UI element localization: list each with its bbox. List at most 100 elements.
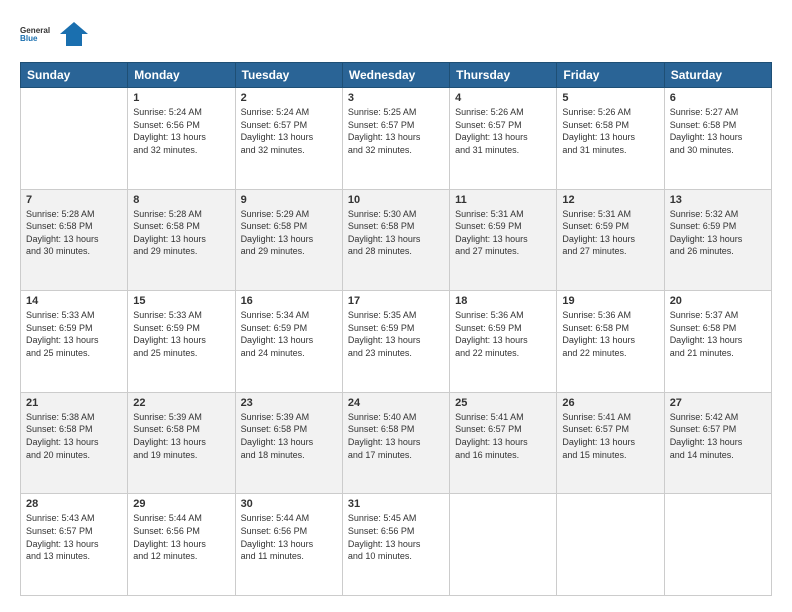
day-number: 28 [26, 498, 122, 510]
day-info: Sunrise: 5:27 AMSunset: 6:58 PMDaylight:… [670, 106, 766, 156]
calendar-day-cell: 18 Sunrise: 5:36 AMSunset: 6:59 PMDayligh… [450, 291, 557, 393]
calendar-day-cell: 1Sunrise: 5:24 AMSunset: 6:56 PMDaylight… [128, 88, 235, 190]
calendar-day-cell [21, 88, 128, 190]
calendar-day-header: Tuesday [235, 63, 342, 88]
day-number: 26 [562, 397, 658, 409]
day-number: 1 [133, 92, 229, 104]
calendar-day-cell: 12Sunrise: 5:31 AMSunset: 6:59 PMDayligh… [557, 189, 664, 291]
calendar-day-cell: 21Sunrise: 5:38 AMSunset: 6:58 PMDayligh… [21, 392, 128, 494]
calendar-day-cell: 5Sunrise: 5:26 AMSunset: 6:58 PMDaylight… [557, 88, 664, 190]
calendar-week-row: 28 Sunrise: 5:43 AMSunset: 6:57 PMDayligh… [21, 494, 772, 596]
day-info: Sunrise: 5:36 AMSunset: 6:58 PMDaylight:… [562, 309, 658, 359]
calendar-day-cell: 6 Sunrise: 5:27 AMSunset: 6:58 PMDaylight… [664, 88, 771, 190]
calendar-day-header: Monday [128, 63, 235, 88]
day-number: 7 [26, 194, 122, 206]
day-info: Sunrise: 5:28 AMSunset: 6:58 PMDaylight:… [26, 208, 122, 258]
calendar-day-cell: 19 Sunrise: 5:36 AMSunset: 6:58 PMDayligh… [557, 291, 664, 393]
day-number: 13 [670, 194, 766, 206]
calendar-header-row: SundayMondayTuesdayWednesdayThursdayFrid… [21, 63, 772, 88]
day-number: 27 [670, 397, 766, 409]
day-info: Sunrise: 5:44 AMSunset: 6:56 PMDaylight:… [241, 512, 337, 562]
calendar-day-cell: 2Sunrise: 5:24 AMSunset: 6:57 PMDaylight… [235, 88, 342, 190]
calendar-week-row: 14Sunrise: 5:33 AMSunset: 6:59 PMDayligh… [21, 291, 772, 393]
calendar-day-cell: 28 Sunrise: 5:43 AMSunset: 6:57 PMDayligh… [21, 494, 128, 596]
calendar-day-cell: 8 Sunrise: 5:28 AMSunset: 6:58 PMDaylight… [128, 189, 235, 291]
day-number: 31 [348, 498, 444, 510]
calendar-day-cell: 7 Sunrise: 5:28 AMSunset: 6:58 PMDaylight… [21, 189, 128, 291]
svg-text:General: General [20, 26, 50, 35]
day-number: 20 [670, 295, 766, 307]
calendar-day-cell [664, 494, 771, 596]
day-number: 24 [348, 397, 444, 409]
calendar-day-cell: 13 Sunrise: 5:32 AMSunset: 6:59 PMDayligh… [664, 189, 771, 291]
day-info: Sunrise: 5:29 AMSunset: 6:58 PMDaylight:… [241, 208, 337, 258]
day-number: 10 [348, 194, 444, 206]
day-info: Sunrise: 5:41 AMSunset: 6:57 PMDaylight:… [562, 411, 658, 461]
day-info: Sunrise: 5:26 AMSunset: 6:57 PMDaylight:… [455, 106, 551, 156]
calendar-day-cell: 29 Sunrise: 5:44 AMSunset: 6:56 PMDayligh… [128, 494, 235, 596]
calendar-day-cell [557, 494, 664, 596]
calendar-day-cell [450, 494, 557, 596]
day-info: Sunrise: 5:39 AMSunset: 6:58 PMDaylight:… [241, 411, 337, 461]
calendar-day-cell: 15 Sunrise: 5:33 AMSunset: 6:59 PMDayligh… [128, 291, 235, 393]
day-info: Sunrise: 5:25 AMSunset: 6:57 PMDaylight:… [348, 106, 444, 156]
logo-svg: General Blue [20, 16, 56, 52]
calendar-day-cell: 3Sunrise: 5:25 AMSunset: 6:57 PMDaylight… [342, 88, 449, 190]
day-info: Sunrise: 5:37 AMSunset: 6:58 PMDaylight:… [670, 309, 766, 359]
day-info: Sunrise: 5:38 AMSunset: 6:58 PMDaylight:… [26, 411, 122, 461]
day-number: 25 [455, 397, 551, 409]
calendar-week-row: 21Sunrise: 5:38 AMSunset: 6:58 PMDayligh… [21, 392, 772, 494]
day-info: Sunrise: 5:34 AMSunset: 6:59 PMDaylight:… [241, 309, 337, 359]
day-number: 8 [133, 194, 229, 206]
day-info: Sunrise: 5:32 AMSunset: 6:59 PMDaylight:… [670, 208, 766, 258]
day-number: 16 [241, 295, 337, 307]
day-number: 9 [241, 194, 337, 206]
calendar-day-cell: 31Sunrise: 5:45 AMSunset: 6:56 PMDayligh… [342, 494, 449, 596]
day-info: Sunrise: 5:43 AMSunset: 6:57 PMDaylight:… [26, 512, 122, 562]
calendar-day-cell: 30Sunrise: 5:44 AMSunset: 6:56 PMDayligh… [235, 494, 342, 596]
calendar-week-row: 7 Sunrise: 5:28 AMSunset: 6:58 PMDaylight… [21, 189, 772, 291]
day-info: Sunrise: 5:30 AMSunset: 6:58 PMDaylight:… [348, 208, 444, 258]
calendar-day-header: Wednesday [342, 63, 449, 88]
day-number: 15 [133, 295, 229, 307]
day-info: Sunrise: 5:36 AMSunset: 6:59 PMDaylight:… [455, 309, 551, 359]
day-info: Sunrise: 5:40 AMSunset: 6:58 PMDaylight:… [348, 411, 444, 461]
calendar-day-cell: 11Sunrise: 5:31 AMSunset: 6:59 PMDayligh… [450, 189, 557, 291]
calendar-week-row: 1Sunrise: 5:24 AMSunset: 6:56 PMDaylight… [21, 88, 772, 190]
day-number: 23 [241, 397, 337, 409]
calendar-day-cell: 25 Sunrise: 5:41 AMSunset: 6:57 PMDayligh… [450, 392, 557, 494]
day-info: Sunrise: 5:31 AMSunset: 6:59 PMDaylight:… [455, 208, 551, 258]
day-info: Sunrise: 5:42 AMSunset: 6:57 PMDaylight:… [670, 411, 766, 461]
header: General Blue [20, 16, 772, 52]
calendar-day-header: Sunday [21, 63, 128, 88]
day-info: Sunrise: 5:33 AMSunset: 6:59 PMDaylight:… [133, 309, 229, 359]
day-number: 5 [562, 92, 658, 104]
calendar-day-cell: 16 Sunrise: 5:34 AMSunset: 6:59 PMDayligh… [235, 291, 342, 393]
page: General Blue SundayMondayTuesdayWednesda… [0, 0, 792, 612]
calendar-day-cell: 4Sunrise: 5:26 AMSunset: 6:57 PMDaylight… [450, 88, 557, 190]
day-info: Sunrise: 5:31 AMSunset: 6:59 PMDaylight:… [562, 208, 658, 258]
day-number: 19 [562, 295, 658, 307]
day-info: Sunrise: 5:33 AMSunset: 6:59 PMDaylight:… [26, 309, 122, 359]
day-info: Sunrise: 5:41 AMSunset: 6:57 PMDaylight:… [455, 411, 551, 461]
day-number: 17 [348, 295, 444, 307]
day-info: Sunrise: 5:44 AMSunset: 6:56 PMDaylight:… [133, 512, 229, 562]
svg-text:Blue: Blue [20, 34, 38, 43]
calendar-day-header: Friday [557, 63, 664, 88]
calendar-day-cell: 22Sunrise: 5:39 AMSunset: 6:58 PMDayligh… [128, 392, 235, 494]
day-info: Sunrise: 5:24 AMSunset: 6:57 PMDaylight:… [241, 106, 337, 156]
calendar-day-cell: 17 Sunrise: 5:35 AMSunset: 6:59 PMDayligh… [342, 291, 449, 393]
day-number: 6 [670, 92, 766, 104]
logo: General Blue [20, 16, 88, 52]
calendar-day-cell: 24 Sunrise: 5:40 AMSunset: 6:58 PMDayligh… [342, 392, 449, 494]
day-number: 29 [133, 498, 229, 510]
day-number: 18 [455, 295, 551, 307]
day-info: Sunrise: 5:35 AMSunset: 6:59 PMDaylight:… [348, 309, 444, 359]
calendar-day-cell: 23 Sunrise: 5:39 AMSunset: 6:58 PMDayligh… [235, 392, 342, 494]
calendar-day-cell: 20 Sunrise: 5:37 AMSunset: 6:58 PMDayligh… [664, 291, 771, 393]
day-info: Sunrise: 5:28 AMSunset: 6:58 PMDaylight:… [133, 208, 229, 258]
logo-bird-icon [60, 20, 88, 48]
calendar-day-cell: 10 Sunrise: 5:30 AMSunset: 6:58 PMDayligh… [342, 189, 449, 291]
day-info: Sunrise: 5:39 AMSunset: 6:58 PMDaylight:… [133, 411, 229, 461]
calendar-table: SundayMondayTuesdayWednesdayThursdayFrid… [20, 62, 772, 596]
